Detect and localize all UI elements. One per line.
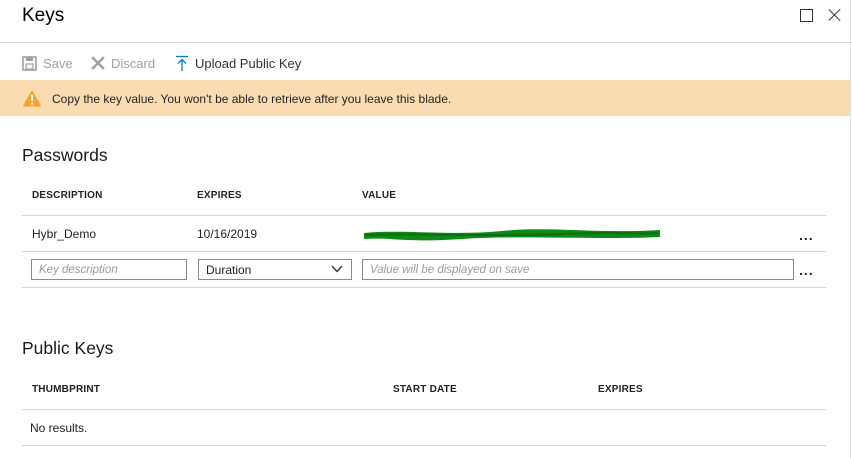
command-bar: Save Discard Upload Public Key — [0, 44, 850, 80]
save-icon — [22, 55, 37, 71]
chevron-down-icon — [331, 265, 343, 273]
column-header-start-date: START DATE — [393, 384, 457, 395]
redacted-value — [364, 229, 660, 241]
maximize-icon[interactable] — [800, 9, 813, 22]
column-header-expires: EXPIRES — [598, 384, 643, 395]
duration-select[interactable]: Duration — [198, 259, 352, 280]
password-expires: 10/16/2019 — [197, 227, 258, 241]
warning-banner: Copy the key value. You won't be able to… — [0, 80, 850, 116]
value-placeholder: Value will be displayed on save — [370, 263, 530, 276]
key-description-placeholder: Key description — [39, 263, 118, 276]
passwords-heading: Passwords — [22, 145, 108, 165]
duration-value: Duration — [206, 262, 252, 277]
key-description-input[interactable]: Key description — [31, 259, 187, 280]
save-button[interactable]: Save — [22, 54, 73, 72]
close-icon[interactable] — [828, 8, 842, 22]
column-header-description: DESCRIPTION — [32, 190, 103, 201]
upload-icon — [176, 55, 188, 71]
value-output-field: Value will be displayed on save — [362, 259, 794, 280]
header-divider — [22, 215, 826, 216]
row-more-button[interactable]: ... — [799, 227, 814, 243]
save-label: Save — [43, 55, 73, 71]
empty-results-text: No results. — [30, 421, 88, 435]
blade-edge — [850, 0, 851, 458]
row-divider — [22, 287, 826, 288]
blade-header: Keys — [0, 0, 852, 43]
column-header-expires: EXPIRES — [197, 190, 242, 201]
blade-title: Keys — [22, 5, 65, 26]
public-keys-heading: Public Keys — [22, 338, 114, 358]
discard-label: Discard — [111, 55, 156, 71]
discard-icon — [91, 56, 105, 70]
row-divider — [22, 251, 826, 252]
upload-public-key-button[interactable]: Upload Public Key — [175, 54, 301, 72]
header-divider — [22, 409, 826, 410]
discard-button[interactable]: Discard — [91, 54, 155, 72]
column-header-thumbprint: THUMBPRINT — [32, 384, 101, 395]
warning-text: Copy the key value. You won't be able to… — [52, 92, 452, 106]
upload-label: Upload Public Key — [195, 55, 302, 71]
password-description: Hybr_Demo — [32, 227, 97, 241]
new-row-more-button[interactable]: ... — [799, 262, 814, 278]
row-divider — [22, 445, 826, 446]
column-header-value: VALUE — [362, 190, 397, 201]
warning-icon — [22, 90, 42, 107]
